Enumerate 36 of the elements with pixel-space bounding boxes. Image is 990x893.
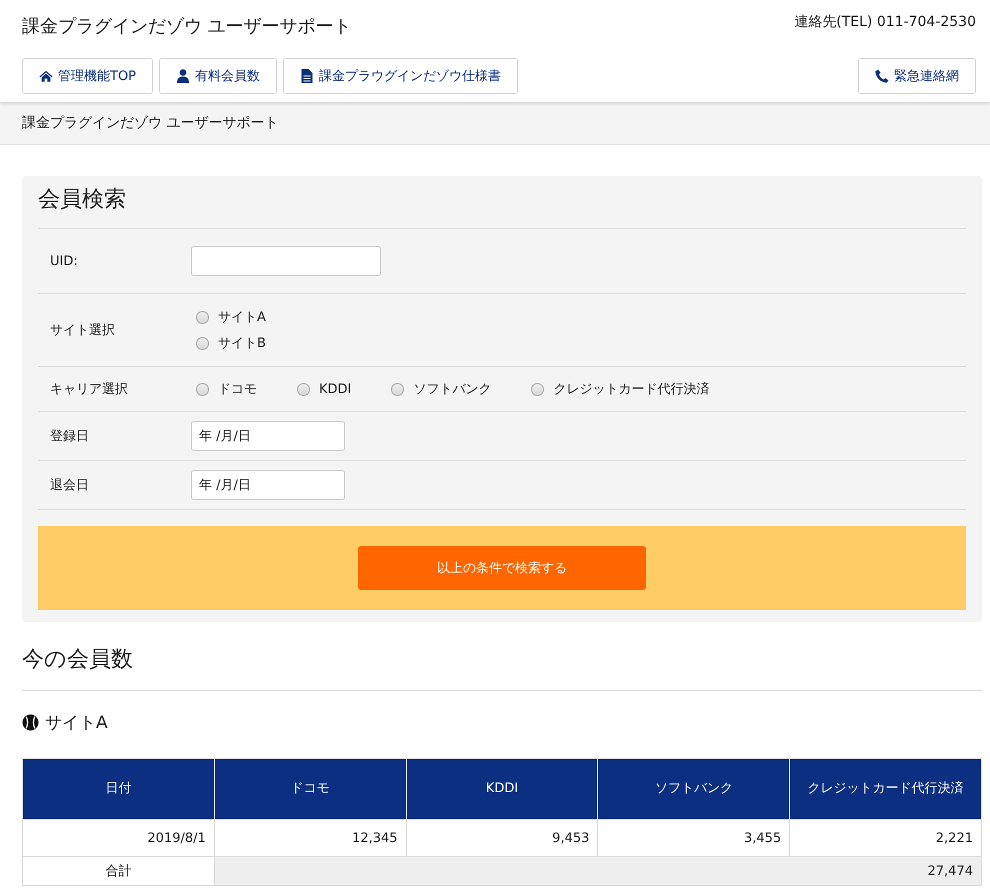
column-header: KDDI	[406, 758, 598, 820]
field-label: 登録日	[50, 428, 90, 445]
field-label: キャリア選択	[50, 381, 129, 398]
panel-title: 会員検索	[38, 176, 966, 229]
radio-option[interactable]: サイトA	[196, 308, 266, 326]
column-header: クレジットカード代行決済	[790, 758, 982, 820]
radio-option[interactable]: KDDI	[297, 380, 352, 398]
site-title: 課金プラグインだゾウ ユーザーサポート	[22, 15, 352, 38]
radio-option[interactable]: ドコモ	[196, 380, 257, 398]
section-title: 今の会員数	[22, 644, 982, 691]
field-label: サイト選択	[50, 322, 116, 339]
radio-option[interactable]: ソフトバンク	[391, 380, 492, 398]
nav-button[interactable]: 有料会員数	[159, 58, 278, 94]
contact-phone: 連絡先(TEL) 011-704-2530	[794, 13, 976, 32]
home-icon	[39, 69, 53, 83]
emergency-button[interactable]: 緊急連絡網	[858, 58, 976, 94]
field-label: UID:	[50, 254, 79, 268]
input-field[interactable]	[191, 246, 381, 276]
date-field[interactable]: 年 /月/日	[191, 470, 345, 500]
field-label: 退会日	[50, 477, 90, 494]
radio-option[interactable]: サイトB	[196, 334, 266, 352]
nav-button[interactable]: 管理機能TOP	[22, 58, 154, 94]
column-header: ソフトバンク	[598, 758, 790, 820]
baseball-icon	[22, 714, 39, 731]
total-value: 27,474	[214, 856, 982, 886]
site-heading: サイトA	[45, 712, 108, 734]
column-header: 日付	[22, 758, 214, 820]
breadcrumb: 課金プラグインだゾウ ユーザーサポート	[22, 115, 278, 131]
nav-button[interactable]: 課金プラウグインだゾウ仕様書	[283, 58, 518, 94]
total-label: 合計	[22, 856, 214, 886]
date-field[interactable]: 年 /月/日	[191, 421, 345, 451]
phone-icon	[875, 69, 889, 83]
user-icon	[176, 69, 190, 83]
column-header: ドコモ	[214, 758, 406, 820]
document-icon	[300, 69, 314, 83]
radio-option[interactable]: クレジットカード代行決済	[531, 380, 710, 398]
